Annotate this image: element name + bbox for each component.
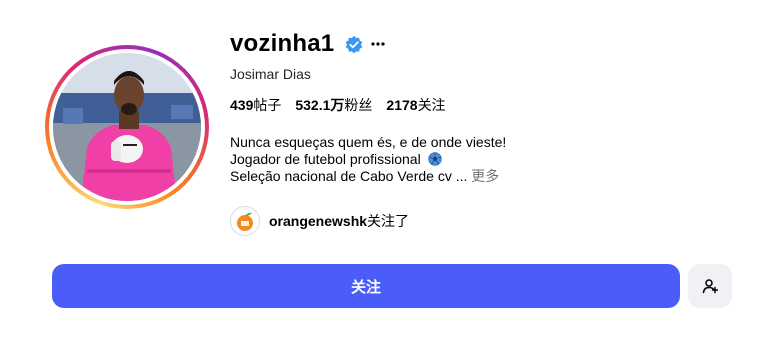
add-person-icon [702, 279, 718, 294]
profile-username: vozinha1 [230, 30, 335, 57]
stat-followers[interactable]: 532.1万粉丝 [295, 95, 372, 115]
stat-following[interactable]: 2178关注 [386, 95, 445, 115]
bio-line: Jogador de futebol profissional [230, 151, 506, 168]
ellipsis-icon[interactable] [370, 34, 386, 54]
suggested-accounts-button[interactable] [688, 264, 732, 308]
stat-posts: 439帖子 [230, 97, 282, 113]
goalkeeper-photo [53, 53, 201, 201]
verified-badge-icon [345, 36, 363, 54]
profile-stats: 439帖子 532.1万粉丝 2178关注 [230, 95, 446, 115]
followed-by-text: orangenewshk关注了 [269, 213, 410, 229]
profile-full-name: Josimar Dias [230, 66, 311, 82]
bio-line: Seleção nacional de Cabo Verde cv ... 更多 [230, 168, 500, 184]
profile-avatar[interactable] [53, 53, 201, 201]
follower-avatar[interactable] [230, 206, 260, 236]
profile-avatar-ring[interactable] [45, 45, 209, 209]
profile-bio: Nunca esqueças quem és, e de onde vieste… [230, 134, 506, 185]
followed-by[interactable]: orangenewshk关注了 [230, 204, 409, 238]
follow-button[interactable]: 关注 [52, 264, 680, 308]
soccer-ball-icon [427, 152, 442, 166]
orange-logo-icon [232, 208, 259, 235]
follower-username[interactable]: orangenewshk [269, 213, 367, 229]
bio-line: Nunca esqueças quem és, e de onde vieste… [230, 134, 507, 150]
bio-more-link[interactable]: 更多 [471, 168, 499, 184]
